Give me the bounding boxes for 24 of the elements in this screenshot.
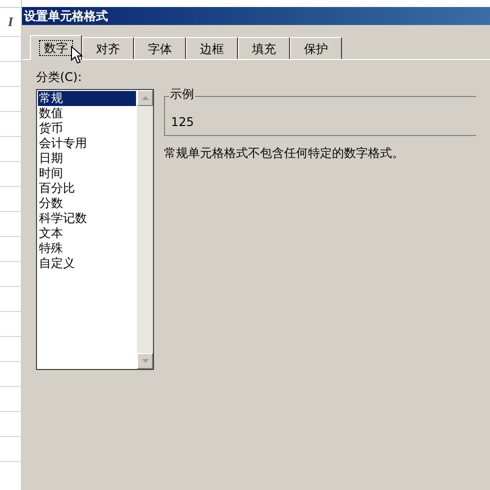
- list-item[interactable]: 科学记数: [38, 211, 136, 226]
- list-item[interactable]: 会计专用: [38, 136, 136, 151]
- sample-label: 示例: [169, 88, 195, 100]
- list-item[interactable]: 时间: [38, 166, 136, 181]
- window-title: 设置单元格格式: [24, 10, 108, 22]
- tab[interactable]: 填充: [238, 37, 290, 59]
- tab[interactable]: 字体: [134, 37, 186, 59]
- category-label: 分类(C):: [36, 69, 83, 86]
- list-item[interactable]: 数值: [38, 106, 136, 121]
- list-item[interactable]: 分数: [38, 196, 136, 211]
- list-item[interactable]: 特殊: [38, 241, 136, 256]
- list-item[interactable]: 百分比: [38, 181, 136, 196]
- description-text: 常规单元格格式不包含任何特定的数字格式。: [164, 145, 405, 162]
- sample-value: 125: [171, 114, 194, 131]
- list-item[interactable]: 文本: [38, 226, 136, 241]
- list-item[interactable]: 日期: [38, 151, 136, 166]
- tab[interactable]: 边框: [186, 37, 238, 59]
- category-list[interactable]: 常规 数值 货币 会计专用 日期 时间 百分比 分数 科学记数 文本 特殊 自定义: [36, 89, 154, 370]
- list-item[interactable]: 货币: [38, 121, 136, 136]
- tab[interactable]: 保护: [290, 37, 342, 59]
- tab[interactable]: 对齐: [82, 37, 134, 59]
- italic-glyph[interactable]: I: [8, 12, 14, 32]
- list-item[interactable]: 自定义: [38, 256, 136, 271]
- list-item[interactable]: 常规: [38, 91, 136, 106]
